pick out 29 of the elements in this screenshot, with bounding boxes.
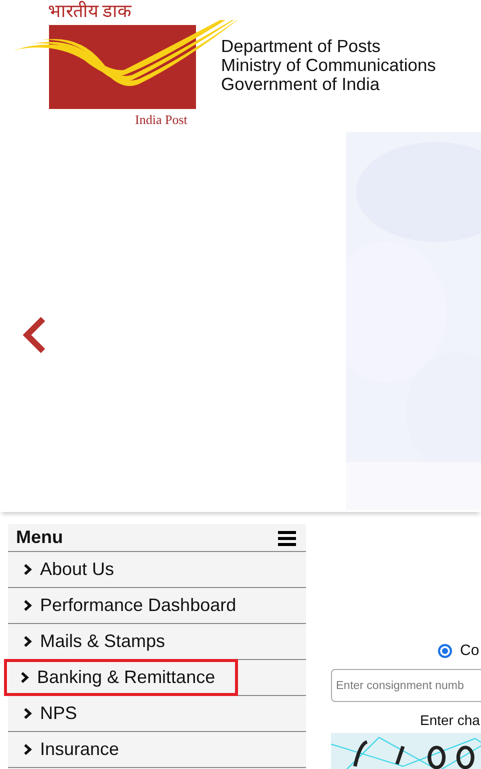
chevron-icon [23, 708, 32, 719]
chevron-icon [23, 600, 32, 611]
menu-item[interactable]: Performance Dashboard [8, 587, 248, 624]
logo-hindi-text: भारतीय डाक [48, 0, 132, 22]
chevron-icon [23, 744, 32, 755]
menu-title: Menu [16, 527, 63, 548]
chevron-icon [23, 564, 32, 575]
chevron-icon [23, 636, 32, 647]
menu-icon[interactable] [278, 530, 296, 546]
chevron-icon [20, 672, 29, 683]
header-text: Government of India [221, 75, 381, 94]
header-text: Ministry of Communications [221, 56, 436, 75]
header-text: Department of Posts [221, 37, 382, 56]
menu-item-label: Insurance [40, 739, 120, 760]
consignment-input-field[interactable]: Enter consignment numb [331, 669, 481, 702]
logo-text: India Post [135, 112, 188, 128]
menu-item[interactable]: Banking & Remittance [4, 659, 238, 696]
menu-item[interactable]: About Us [8, 551, 126, 588]
menu-item-label: About Us [40, 559, 114, 580]
menu-item-label: NPS [40, 703, 78, 724]
captcha-label: Enter cha [420, 712, 480, 728]
radio-button[interactable] [438, 644, 452, 658]
menu-item[interactable]: Mails & Stamps [8, 623, 176, 660]
menu-item-label: Mails & Stamps [40, 631, 166, 652]
menu-item-label: Performance Dashboard [40, 595, 236, 616]
radio-label: Co [460, 642, 480, 659]
menu-item[interactable]: NPS [8, 695, 88, 732]
menu-item-label: Banking & Remittance [37, 667, 216, 688]
menu-item[interactable]: Insurance [8, 731, 130, 768]
